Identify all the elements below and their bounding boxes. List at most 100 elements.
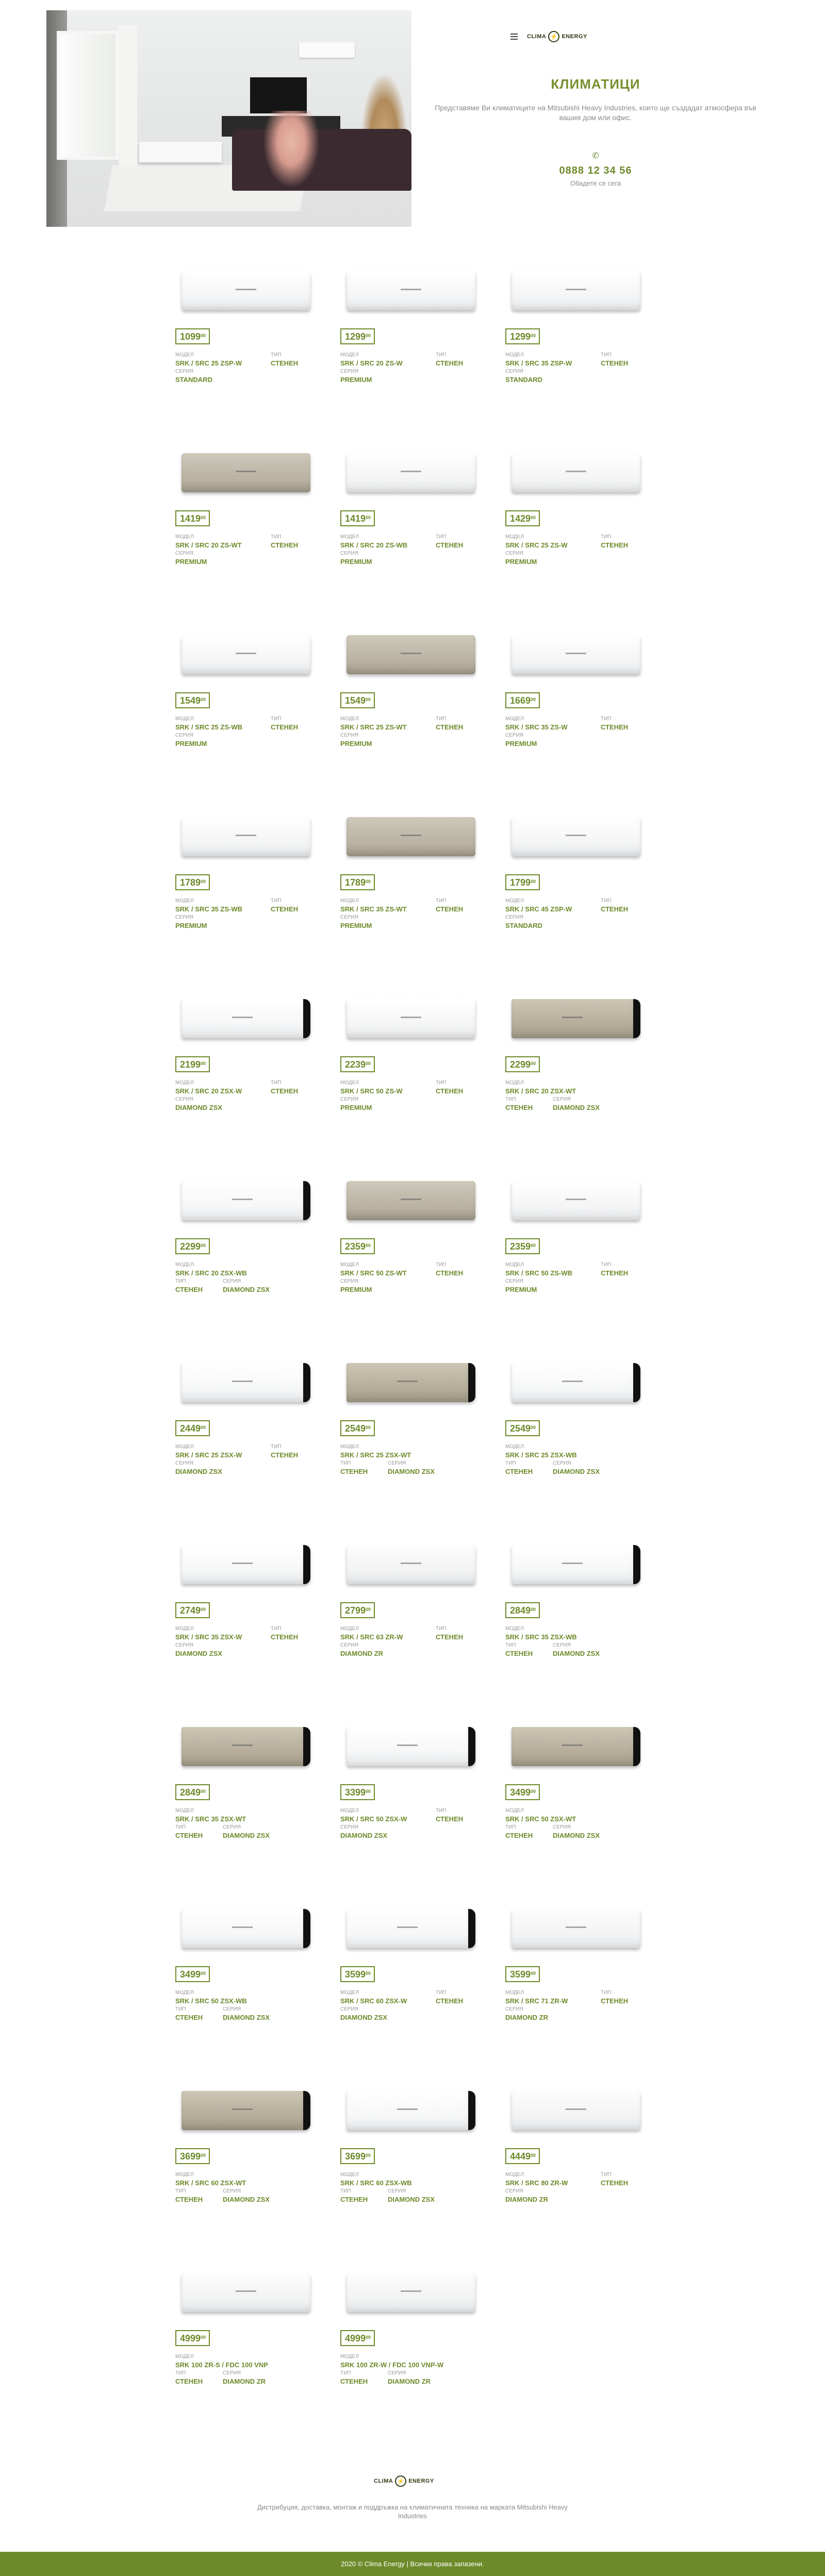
product-image[interactable]	[346, 814, 475, 859]
product-card[interactable]: 274900 МОДЕЛ ТИП SRK / SRC 35 ZSX-W СТЕНЕН СЕ…	[175, 1542, 320, 1671]
product-card[interactable]: 235900 МОДЕЛ ТИП SRK / SRC 50 ZS-WB СТЕНЕН СЕ…	[505, 1178, 650, 1307]
type-value: СТЕНЕН	[271, 1087, 299, 1095]
product-card[interactable]: 141900 МОДЕЛ ТИП SRK / SRC 20 ZS-WB СТЕНЕН СЕ…	[340, 450, 485, 579]
product-image[interactable]	[346, 1724, 475, 1769]
product-image[interactable]	[512, 996, 640, 1041]
product-card[interactable]: 178900 МОДЕЛ ТИП SRK / SRC 35 ZS-WT СТЕНЕН СЕ…	[340, 814, 485, 943]
price-cents: 00	[531, 2153, 536, 2158]
air-conditioner-unit	[512, 1181, 640, 1220]
product-card[interactable]: 369900 МОДЕЛ SRK / SRC 60 ZSX-WT ТИП СЕРИЯ СТ…	[175, 2088, 320, 2217]
product-card[interactable]: 284900 МОДЕЛ SRK / SRC 35 ZSX-WT ТИП СЕРИЯ СТ…	[175, 1724, 320, 1853]
product-card[interactable]: 235900 МОДЕЛ ТИП SRK / SRC 50 ZS-WT СТЕНЕН СЕ…	[340, 1178, 485, 1307]
air-conditioner-unit	[182, 1545, 310, 1584]
product-card[interactable]: 154900 МОДЕЛ ТИП SRK / SRC 25 ZS-WB СТЕНЕН СЕ…	[175, 632, 320, 761]
product-card[interactable]: 129900 МОДЕЛ ТИП SRK / SRC 20 ZS-W СТЕНЕН СЕР…	[340, 268, 485, 397]
product-card[interactable]: 229900 МОДЕЛ SRK / SRC 20 ZSX-WB ТИП СЕРИЯ СТ…	[175, 1178, 320, 1307]
product-card[interactable]: 142900 МОДЕЛ ТИП SRK / SRC 25 ZS-W СТЕНЕН СЕР…	[505, 450, 650, 579]
logo[interactable]: CLIMA ⚡ ENERGY	[527, 31, 587, 42]
product-card[interactable]: 141900 МОДЕЛ ТИП SRK / SRC 20 ZS-WT СТЕНЕН СЕ…	[175, 450, 320, 579]
product-image[interactable]	[182, 814, 310, 859]
product-card[interactable]: 129900 МОДЕЛ ТИП SRK / SRC 35 ZSP-W СТЕНЕН СЕ…	[505, 268, 650, 397]
product-image[interactable]	[346, 2088, 475, 2133]
product-image[interactable]	[182, 2270, 310, 2315]
price-cents: 00	[531, 1243, 536, 1248]
product-image[interactable]	[182, 632, 310, 677]
product-card[interactable]: 369900 МОДЕЛ SRK / SRC 60 ZSX-WB ТИП СЕРИЯ СТ…	[340, 2088, 485, 2217]
product-card[interactable]: 179900 МОДЕЛ ТИП SRK / SRC 45 ZSP-W СТЕНЕН СЕ…	[505, 814, 650, 943]
product-card[interactable]: 499900 МОДЕЛ SRK 100 ZR-W / FDC 100 VNP-W Т…	[340, 2270, 485, 2399]
product-card[interactable]: 349900 МОДЕЛ SRK / SRC 50 ZSX-WB ТИП СЕРИЯ СТ…	[175, 1906, 320, 2035]
product-image[interactable]	[182, 996, 310, 1041]
product-card[interactable]: 349900 МОДЕЛ SRK / SRC 50 ZSX-WT ТИП СЕРИЯ СТ…	[505, 1724, 650, 1853]
air-conditioner-unit	[512, 453, 640, 492]
hero-image-window	[57, 31, 119, 160]
product-image[interactable]	[512, 632, 640, 677]
series-value: PREMIUM	[175, 922, 207, 929]
product-image[interactable]	[512, 1360, 640, 1405]
product-card[interactable]: 166900 МОДЕЛ ТИП SRK / SRC 35 ZS-W СТЕНЕН СЕР…	[505, 632, 650, 761]
price-cents: 00	[366, 697, 371, 702]
type-value: СТЕНЕН	[271, 905, 299, 913]
product-card[interactable]: 359900 МОДЕЛ ТИП SRK / SRC 60 ZSX-W СТЕНЕН СЕ…	[340, 1906, 485, 2035]
menu-icon[interactable]	[510, 34, 518, 40]
price-badge: 244900	[175, 1420, 210, 1436]
product-specs: МОДЕЛ ТИП SRK / SRC 25 ZSP-W СТЕНЕН СЕРИЯ STA…	[175, 352, 320, 384]
product-card[interactable]: 154900 МОДЕЛ ТИП SRK / SRC 25 ZS-WT СТЕНЕН СЕ…	[340, 632, 485, 761]
product-image[interactable]	[182, 450, 310, 495]
product-image[interactable]	[512, 2088, 640, 2133]
brand-mark	[401, 653, 421, 654]
product-image[interactable]	[182, 1906, 310, 1951]
product-image[interactable]	[182, 268, 310, 313]
phone-number-link[interactable]: 0888 12 34 56	[516, 165, 675, 177]
product-card[interactable]: 244900 МОДЕЛ ТИП SRK / SRC 25 ZSX-W СТЕНЕН СЕ…	[175, 1360, 320, 1489]
product-card[interactable]: 499900 МОДЕЛ SRK 100 ZR-S / FDC 100 VNP ТИП…	[175, 2270, 320, 2399]
product-image[interactable]	[346, 1178, 475, 1223]
product-card[interactable]: 254900 МОДЕЛ SRK / SRC 25 ZSX-WB ТИП СЕРИЯ СТ…	[505, 1360, 650, 1489]
model-value: SRK / SRC 20 ZS-WB	[340, 541, 408, 549]
product-card[interactable]: 279900 МОДЕЛ ТИП SRK / SRC 63 ZR-W СТЕНЕН СЕР…	[340, 1542, 485, 1671]
product-card[interactable]: 284900 МОДЕЛ SRK / SRC 35 ZSX-WB ТИП СЕРИЯ СТ…	[505, 1542, 650, 1671]
model-label: МОДЕЛ	[175, 716, 194, 722]
product-image[interactable]	[512, 814, 640, 859]
product-image[interactable]	[346, 450, 475, 495]
product-image[interactable]	[512, 1542, 640, 1587]
product-image[interactable]	[346, 268, 475, 313]
hero-description: Представяме Ви климатиците на Mitsubishi…	[435, 104, 756, 122]
product-card[interactable]: 109900 МОДЕЛ ТИП SRK / SRC 25 ZSP-W СТЕНЕН СЕ…	[175, 268, 320, 397]
product-card[interactable]: 178900 МОДЕЛ ТИП SRK / SRC 35 ZS-WB СТЕНЕН СЕ…	[175, 814, 320, 943]
product-image[interactable]	[182, 2088, 310, 2133]
product-specs: МОДЕЛ ТИП SRK / SRC 25 ZS-W СТЕНЕН СЕРИЯ PREM…	[505, 534, 650, 566]
product-image[interactable]	[346, 996, 475, 1041]
product-image[interactable]	[512, 450, 640, 495]
price-cents: 00	[366, 1425, 371, 1430]
product-image[interactable]	[346, 1360, 475, 1405]
product-image[interactable]	[346, 1542, 475, 1587]
brand-mark	[566, 1926, 586, 1928]
product-image[interactable]	[182, 1178, 310, 1223]
product-card[interactable]: 229900 МОДЕЛ SRK / SRC 20 ZSX-WT ТИП СЕРИЯ СТ…	[505, 996, 650, 1125]
product-image[interactable]	[512, 268, 640, 313]
series-label: СЕРИЯ	[340, 2006, 358, 2012]
brand-mark	[397, 1381, 418, 1382]
product-image[interactable]	[182, 1360, 310, 1405]
product-image[interactable]	[512, 1724, 640, 1769]
product-card[interactable]: 223900 МОДЕЛ ТИП SRK / SRC 50 ZS-W СТЕНЕН СЕР…	[340, 996, 485, 1125]
model-value: SRK / SRC 20 ZS-WT	[175, 541, 242, 549]
footer-logo[interactable]: CLIMA ⚡ ENERGY	[374, 2475, 434, 2487]
product-image[interactable]	[346, 2270, 475, 2315]
model-value: SRK / SRC 63 ZR-W	[340, 1633, 403, 1641]
product-image[interactable]	[512, 1906, 640, 1951]
type-label: ТИП	[505, 1824, 516, 1830]
product-image[interactable]	[512, 1178, 640, 1223]
product-image[interactable]	[182, 1724, 310, 1769]
model-label: МОДЕЛ	[505, 1080, 524, 1086]
product-image[interactable]	[182, 1542, 310, 1587]
product-image[interactable]	[346, 1906, 475, 1951]
product-card[interactable]: 339900 МОДЕЛ ТИП SRK / SRC 50 ZSX-W СТЕНЕН СЕ…	[340, 1724, 485, 1853]
product-card[interactable]: 359900 МОДЕЛ ТИП SRK / SRC 71 ZR-W СТЕНЕН СЕР…	[505, 1906, 650, 2035]
product-card[interactable]: 444900 МОДЕЛ ТИП SRK / SRC 80 ZR-W СТЕНЕН СЕР…	[505, 2088, 650, 2217]
type-value: СТЕНЕН	[340, 1468, 368, 1475]
product-card[interactable]: 254900 МОДЕЛ SRK / SRC 25 ZSX-WT ТИП СЕРИЯ СТ…	[340, 1360, 485, 1489]
product-image[interactable]	[346, 632, 475, 677]
product-card[interactable]: 219900 МОДЕЛ ТИП SRK / SRC 20 ZSX-W СТЕНЕН СЕ…	[175, 996, 320, 1125]
